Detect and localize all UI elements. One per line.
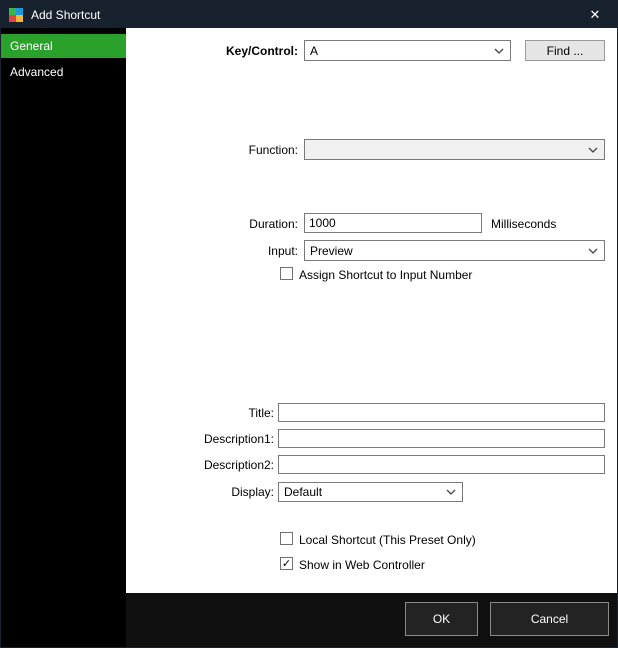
sidebar-item-advanced[interactable]: Advanced bbox=[1, 60, 126, 84]
input-value: Preview bbox=[310, 244, 353, 258]
display-label: Display: bbox=[136, 485, 274, 499]
input-label: Input: bbox=[136, 244, 298, 258]
duration-label: Duration: bbox=[136, 217, 298, 231]
key-control-label: Key/Control: bbox=[136, 44, 298, 58]
close-button[interactable]: ✕ bbox=[573, 1, 617, 28]
web-controller-checkbox-label: Show in Web Controller bbox=[299, 558, 425, 572]
key-control-value: A bbox=[310, 44, 318, 58]
assign-shortcut-checkbox-label: Assign Shortcut to Input Number bbox=[299, 268, 472, 282]
key-control-select[interactable]: A bbox=[304, 40, 511, 61]
duration-units-label: Milliseconds bbox=[491, 217, 556, 231]
input-select[interactable]: Preview bbox=[304, 240, 605, 261]
description2-input[interactable] bbox=[278, 455, 605, 474]
chevron-down-icon bbox=[446, 489, 456, 495]
add-shortcut-dialog: Add Shortcut ✕ General Advanced Key/Cont… bbox=[0, 0, 618, 648]
chevron-down-icon bbox=[494, 48, 504, 54]
ok-button[interactable]: OK bbox=[405, 602, 478, 636]
cancel-button[interactable]: Cancel bbox=[490, 602, 609, 636]
local-shortcut-checkbox[interactable] bbox=[280, 532, 293, 545]
function-label: Function: bbox=[136, 143, 298, 157]
display-select[interactable]: Default bbox=[278, 482, 463, 502]
function-select[interactable] bbox=[304, 139, 605, 160]
chevron-down-icon bbox=[588, 248, 598, 254]
local-shortcut-checkbox-label: Local Shortcut (This Preset Only) bbox=[299, 533, 476, 547]
sidebar-item-general[interactable]: General bbox=[1, 34, 126, 58]
title-input[interactable] bbox=[278, 403, 605, 422]
sidebar: General Advanced bbox=[1, 28, 126, 648]
web-controller-checkbox[interactable]: ✓ bbox=[280, 557, 293, 570]
close-icon: ✕ bbox=[590, 7, 601, 23]
display-value: Default bbox=[284, 485, 322, 499]
find-button[interactable]: Find ... bbox=[525, 40, 605, 61]
footer: OK Cancel bbox=[126, 593, 618, 648]
app-icon bbox=[9, 8, 23, 22]
chevron-down-icon bbox=[588, 147, 598, 153]
title-label: Title: bbox=[136, 406, 274, 420]
titlebar: Add Shortcut ✕ bbox=[1, 1, 617, 28]
duration-input[interactable] bbox=[304, 213, 482, 233]
description2-label: Description2: bbox=[136, 458, 274, 472]
description1-label: Description1: bbox=[136, 432, 274, 446]
description1-input[interactable] bbox=[278, 429, 605, 448]
window-title: Add Shortcut bbox=[31, 8, 100, 22]
assign-shortcut-checkbox[interactable] bbox=[280, 267, 293, 280]
general-tab-panel: Key/Control: A Find ... Function: Durati… bbox=[126, 28, 618, 593]
